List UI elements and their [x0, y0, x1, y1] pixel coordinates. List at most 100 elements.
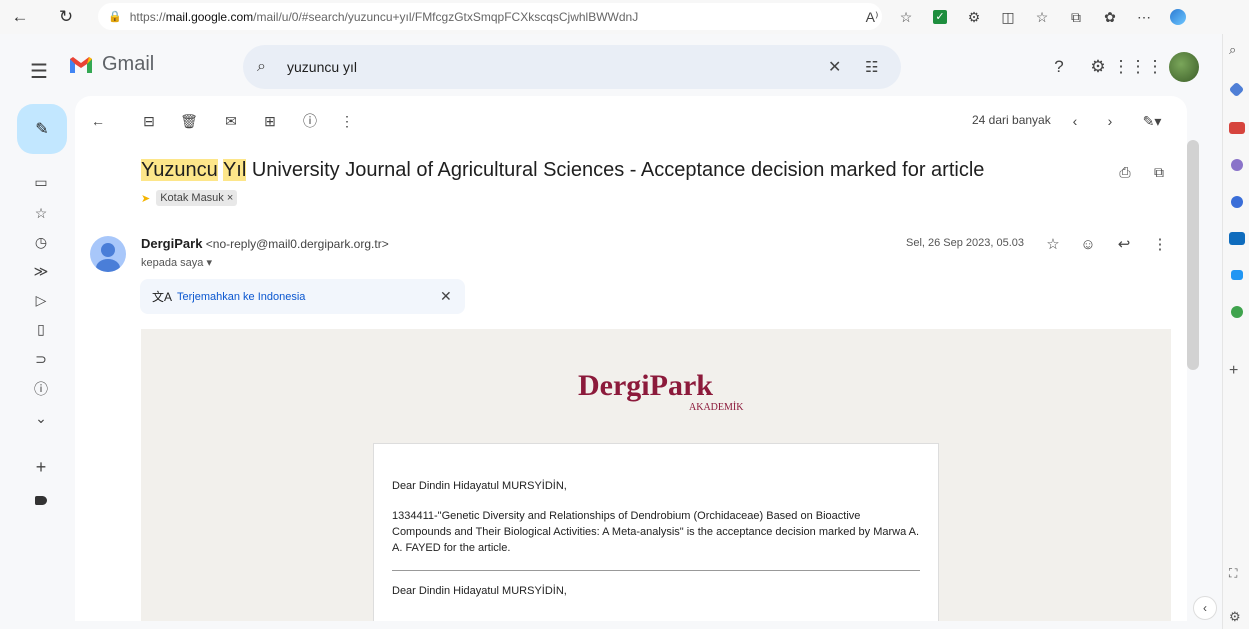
- edge-sidebar: ⌕ + ⛶ ⚙: [1222, 34, 1249, 629]
- office-icon[interactable]: [1231, 196, 1243, 208]
- search-bar[interactable]: ⌕ yuzuncu yıl ✕ ☷: [243, 45, 901, 89]
- check-extension-icon[interactable]: ✓: [923, 3, 957, 31]
- inbox-label-chip[interactable]: Kotak Masuk ×: [156, 190, 238, 206]
- read-aloud-icon[interactable]: A⁾: [855, 3, 889, 31]
- shopping-tag-icon[interactable]: [1228, 81, 1245, 98]
- snoozed-icon[interactable]: ◷: [32, 233, 50, 251]
- mark-unread-icon[interactable]: ✉: [221, 111, 241, 131]
- translate-icon: 文A: [152, 290, 173, 304]
- clear-search-icon[interactable]: ✕: [828, 57, 841, 77]
- people-icon[interactable]: [1231, 159, 1243, 171]
- sender-name: DergiPark: [141, 236, 203, 251]
- divider: [392, 570, 920, 571]
- message-card: Dear Dindin Hidayatul MURSYİDİN, 1334411…: [373, 443, 939, 621]
- reply-icon[interactable]: ↩: [1114, 234, 1134, 254]
- star-icon[interactable]: ☆: [1043, 234, 1063, 254]
- favorite-icon[interactable]: ☆: [889, 3, 923, 31]
- open-new-window-icon[interactable]: ⧉: [1149, 162, 1169, 182]
- message-more-icon[interactable]: ⋮: [1150, 234, 1170, 254]
- recipient-dropdown-icon[interactable]: ▾: [206, 257, 212, 269]
- split-screen-icon[interactable]: ◫: [991, 3, 1025, 31]
- compose-button[interactable]: ✎: [17, 104, 67, 154]
- extensions-icon[interactable]: ⚙: [957, 3, 991, 31]
- gmail-app-name: Gmail: [102, 53, 155, 75]
- dergipark-logo: DergiPark AKADEMİK: [578, 369, 743, 413]
- settings-icon[interactable]: ⚙: [1229, 609, 1241, 625]
- create-label-icon[interactable]: +: [32, 457, 50, 477]
- outlook-icon[interactable]: [1229, 232, 1245, 245]
- collapse-sidepanel-icon[interactable]: ‹: [1193, 596, 1217, 620]
- older-icon[interactable]: ›: [1100, 111, 1120, 131]
- delete-icon[interactable]: 🗑: [179, 111, 199, 131]
- screenshot-icon[interactable]: ⛶: [1229, 566, 1237, 581]
- gmail-m-icon: [70, 56, 92, 73]
- inbox-icon[interactable]: ▭: [32, 173, 50, 191]
- report-spam-icon[interactable]: ⓘ: [300, 111, 320, 131]
- pencil-icon: ✎: [35, 121, 49, 138]
- address-bar[interactable]: 🔒 https://mail.google.com/mail/u/0/#sear…: [98, 3, 882, 30]
- newer-icon[interactable]: ‹: [1065, 111, 1085, 131]
- email-date: Sel, 26 Sep 2023, 05.03: [906, 237, 1025, 249]
- label-chip-text: Kotak Masuk: [160, 192, 224, 204]
- settings-icon[interactable]: ⚙: [1087, 56, 1109, 78]
- apps-grid-icon[interactable]: ⋮⋮⋮: [1113, 56, 1164, 78]
- help-icon[interactable]: ?: [1048, 56, 1070, 78]
- print-icon[interactable]: ⎙: [1115, 162, 1135, 182]
- emoji-react-icon[interactable]: ☺: [1078, 234, 1098, 254]
- archive-icon[interactable]: ⊟: [139, 111, 159, 131]
- label-icon[interactable]: ⊃: [32, 350, 50, 368]
- search-options-icon[interactable]: ☷: [865, 58, 878, 76]
- back-icon[interactable]: ←: [6, 3, 34, 31]
- lock-icon: 🔒: [108, 11, 122, 23]
- important-icon[interactable]: ≫: [32, 262, 50, 280]
- move-to-icon[interactable]: ⊞: [260, 111, 280, 131]
- copilot-icon[interactable]: [1161, 3, 1195, 31]
- subject-highlight-2: Yıl: [222, 159, 247, 181]
- greeting-repeat: Dear Dindin Hidayatul MURSYİDİN,: [392, 585, 567, 597]
- back-to-list-icon[interactable]: ←: [88, 111, 108, 131]
- message-count: 24 dari banyak: [972, 113, 1051, 127]
- main-menu-icon[interactable]: ☰: [30, 59, 48, 84]
- close-translate-icon[interactable]: ✕: [440, 288, 452, 305]
- url-host: mail.google.com: [165, 9, 254, 24]
- starred-icon[interactable]: ☆: [32, 204, 50, 222]
- account-avatar[interactable]: [1169, 52, 1199, 82]
- recipient-line[interactable]: kepada saya ▾: [141, 256, 212, 269]
- send-icon[interactable]: [1231, 270, 1243, 280]
- email-body: DergiPark AKADEMİK Dear Dindin Hidayatul…: [141, 329, 1171, 621]
- url-prefix: https://: [129, 9, 166, 24]
- sender-avatar[interactable]: [90, 236, 126, 272]
- browser-toolbar: ← ↻ 🔒 https://mail.google.com/mail/u/0/#…: [0, 0, 1249, 34]
- greeting: Dear Dindin Hidayatul MURSYİDİN,: [392, 480, 567, 492]
- tools-icon[interactable]: [1229, 122, 1245, 134]
- more-chevron-icon[interactable]: ⌄: [32, 409, 50, 427]
- translate-link[interactable]: Terjemahkan ke Indonesia: [177, 291, 305, 303]
- refresh-icon[interactable]: ↻: [52, 3, 80, 31]
- importance-marker-icon[interactable]: ➤: [141, 192, 150, 205]
- tree-icon[interactable]: [1231, 306, 1243, 318]
- drafts-icon[interactable]: ▯: [32, 320, 50, 338]
- email-subject: Yuzuncu Yıl University Journal of Agricu…: [141, 159, 984, 182]
- favorites-bar-icon[interactable]: ☆: [1025, 3, 1059, 31]
- sender-line: DergiPark <no-reply@mail0.dergipark.org.…: [141, 236, 389, 251]
- spam-icon[interactable]: ⓘ: [32, 380, 50, 398]
- sent-icon[interactable]: ▷: [32, 291, 50, 309]
- dergipark-logo-main: DergiPark: [578, 369, 713, 402]
- search-input[interactable]: yuzuncu yıl: [287, 59, 357, 75]
- input-tools-icon[interactable]: ✎▾: [1137, 111, 1167, 131]
- subject-text: University Journal of Agricultural Scien…: [251, 159, 985, 181]
- dergipark-logo-sub: AKADEMİK: [689, 402, 744, 413]
- remove-label-icon[interactable]: ×: [227, 192, 233, 204]
- gmail-logo[interactable]: Gmail: [68, 53, 154, 76]
- search-icon[interactable]: ⌕: [257, 58, 266, 76]
- email-view: ← ⊟ 🗑 ✉ ⊞ ⓘ ⋮ 24 dari banyak ‹ › ✎▾ Yuzu…: [75, 96, 1187, 621]
- label-tag-icon[interactable]: [32, 491, 50, 509]
- extension-icon-2[interactable]: ✿: [1093, 3, 1127, 31]
- add-icon[interactable]: +: [1229, 362, 1238, 380]
- search-icon[interactable]: ⌕: [1229, 42, 1236, 58]
- more-icon[interactable]: ⋯: [1127, 3, 1161, 31]
- person-icon: [96, 243, 120, 272]
- collections-icon[interactable]: ⧉: [1059, 3, 1093, 31]
- more-actions-icon[interactable]: ⋮: [337, 111, 357, 131]
- vertical-scrollbar[interactable]: [1187, 140, 1199, 370]
